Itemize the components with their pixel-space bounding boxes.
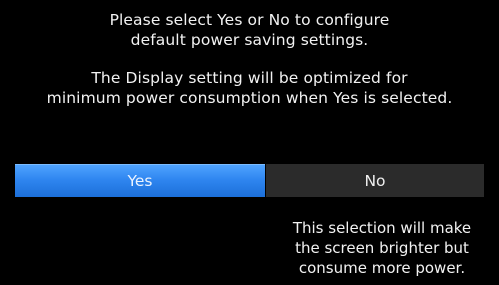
message-line-4: minimum power consumption when Yes is se… <box>46 89 453 107</box>
info-line-1: This selection will make <box>292 219 472 237</box>
no-button[interactable]: No <box>266 164 484 197</box>
yes-button[interactable]: Yes <box>15 164 265 197</box>
power-saving-dialog: Please select Yes or No to configure def… <box>0 0 499 285</box>
message-line-2: default power saving settings. <box>130 31 369 49</box>
dialog-message: Please select Yes or No to configure def… <box>0 10 499 108</box>
info-line-2: the screen brighter but <box>295 239 469 257</box>
message-line-1: Please select Yes or No to configure <box>109 11 390 29</box>
message-line-3: The Display setting will be optimized fo… <box>91 69 408 87</box>
info-line-3: consume more power. <box>298 259 466 277</box>
yes-button-label: Yes <box>127 172 153 190</box>
no-button-label: No <box>364 171 386 190</box>
selection-info-text: This selection will make the screen brig… <box>266 218 498 278</box>
